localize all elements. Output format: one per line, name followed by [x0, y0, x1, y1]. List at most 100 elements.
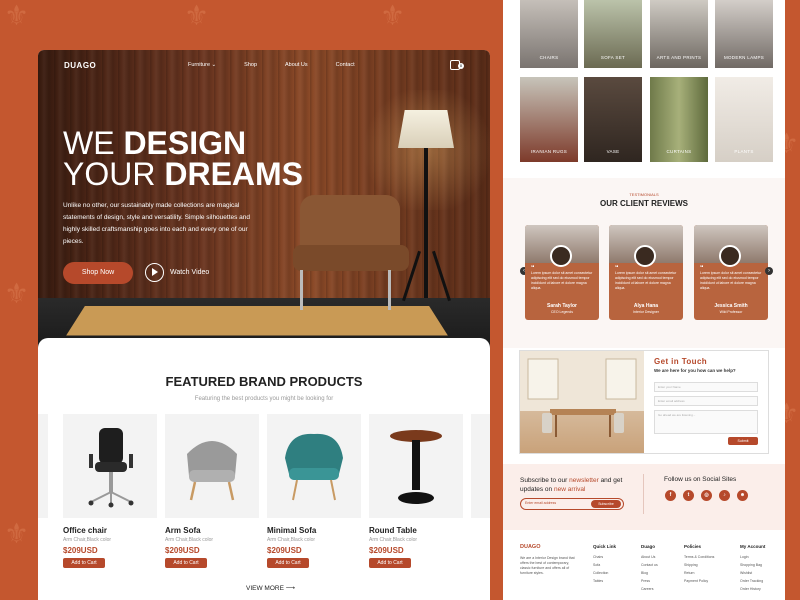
armchair-seat [293, 245, 409, 271]
top-nav: DUAGO Furniture ⌄ Shop About Us Contact … [38, 50, 490, 82]
nav-item-furniture[interactable]: Furniture ⌄ [188, 62, 216, 68]
category-label: VASE [606, 149, 620, 154]
footer-column: Duago About Us Contact us Blog Press Car… [641, 544, 658, 593]
office-chair-image [63, 414, 157, 518]
reviewer-role: Wild Professor [719, 310, 743, 314]
name-field[interactable]: Enter your Name [654, 382, 758, 392]
category-card[interactable]: IRANIAN RUGS [520, 77, 578, 162]
footer-link[interactable]: Payment Policy [684, 577, 714, 585]
footer-link[interactable]: Contact us [641, 561, 658, 569]
product-name: Arm Sofa [165, 526, 201, 535]
reviews-title: OUR CLIENT REVIEWS [599, 199, 688, 208]
nav-item-about[interactable]: About Us [285, 62, 308, 68]
footer-link[interactable]: Order History [740, 585, 765, 593]
email-field[interactable]: Enter email address [654, 396, 758, 406]
footer-link[interactable]: Shipping [684, 561, 714, 569]
brand-logo[interactable]: DUAGO [64, 61, 96, 70]
reviewer-name: Jessica Smith [714, 303, 748, 309]
footer-column: Policies Terms & Conditions Shipping Ret… [684, 544, 714, 585]
featured-subtitle: Featuring the best products you might be… [194, 396, 334, 402]
footer-link[interactable]: Order Tracking [740, 577, 765, 585]
category-label: CURTAINS [666, 149, 692, 154]
review-card: “ Lorem ipsum dolor sit amet consectetur… [609, 225, 683, 320]
round-table-image [369, 414, 463, 518]
product-card[interactable]: Round Table Arm Chair,Black color $209US… [369, 414, 463, 568]
footer-link[interactable]: Terms & Conditions [684, 553, 714, 561]
footer-link[interactable]: Chairs [593, 553, 616, 561]
avatar [719, 245, 741, 267]
pattern-ornament: ⚜ [4, 517, 30, 550]
footer-link[interactable]: Tables [593, 577, 616, 585]
footer-link[interactable]: Sofa [593, 561, 616, 569]
footer-link[interactable]: Shopping Bag [740, 561, 765, 569]
review-card: “ Lorem ipsum dolor sit amet consectetur… [525, 225, 599, 320]
add-to-cart-button[interactable]: Add to Cart [267, 558, 309, 568]
subscribe-highlight: newsletter [569, 477, 599, 484]
armchair-leg [388, 270, 391, 310]
watch-video-link[interactable]: Watch Video [170, 269, 209, 276]
product-desc: Arm Chair,Black color [63, 537, 112, 543]
message-field[interactable]: Go ahead we are listening... [654, 410, 758, 434]
footer-link[interactable]: Careers [641, 585, 658, 593]
tiktok-icon[interactable]: ♪ [719, 490, 730, 501]
category-card[interactable]: VASE [584, 77, 642, 162]
product-card[interactable]: Minimal Sofa Arm Chair,Black color $209U… [267, 414, 361, 568]
nav-item-shop[interactable]: Shop [244, 62, 257, 68]
footer-link[interactable]: Press [641, 577, 658, 585]
armchair-leg [300, 270, 303, 310]
hero-description: Unlike no other, our sustainably made co… [63, 202, 251, 245]
instagram-icon[interactable]: ◎ [701, 490, 712, 501]
featured-title: FEATURED BRAND PRODUCTS [165, 374, 363, 389]
footer-link[interactable]: Blog [641, 569, 658, 577]
footer-link[interactable]: Login [740, 553, 765, 561]
nav-item-contact[interactable]: Contact [336, 62, 355, 68]
play-icon[interactable] [145, 263, 164, 282]
pattern-ornament: ⚜ [4, 277, 30, 310]
pattern-ornament: ⚜ [380, 0, 406, 32]
footer-link[interactable]: About Us [641, 553, 658, 561]
product-card[interactable]: Arm Sofa Arm Chair,Black color $209USD A… [165, 414, 259, 568]
footer-link[interactable]: Wishlist [740, 569, 765, 577]
footer-link[interactable]: Collection [593, 569, 616, 577]
view-more-link[interactable]: VIEW MORE ⟶ [246, 584, 295, 592]
category-card[interactable]: MODERN LAMPS [715, 0, 773, 68]
arm-sofa-image [165, 414, 259, 518]
hero-title-bold: DREAMS [164, 156, 304, 192]
hero-title: WE DESIGN YOUR DREAMS [63, 127, 304, 192]
category-card[interactable]: SOFA SET [584, 0, 642, 68]
avatar [550, 245, 572, 267]
category-card[interactable]: ARTS AND PRINTS [650, 0, 708, 68]
add-to-cart-button[interactable]: Add to Cart [165, 558, 207, 568]
review-text: Lorem ipsum dolor sit amet consectetur a… [531, 271, 593, 290]
footer-logo[interactable]: DUAGO [520, 544, 540, 550]
footer-link[interactable]: Return [684, 569, 714, 577]
product-price: $209USD [369, 546, 404, 555]
divider [643, 474, 644, 514]
product-card[interactable]: Office chair Arm Chair,Black color $209U… [63, 414, 157, 568]
category-card[interactable]: CURTAINS [650, 77, 708, 162]
hero-title-thin: YOUR [63, 156, 165, 192]
product-name: Office chair [63, 526, 108, 535]
category-card[interactable]: CHAIRS [520, 0, 578, 68]
landing-page-preview: DUAGO Furniture ⌄ Shop About Us Contact … [38, 50, 490, 600]
footer-column-head: My Account [740, 544, 766, 549]
chevron-right-icon[interactable]: › [765, 267, 773, 275]
subscribe-button[interactable]: Subscribe [591, 500, 621, 508]
subscribe-text: Subscribe to our newsletter and get upda… [520, 476, 630, 494]
submit-button[interactable]: Submit [728, 437, 758, 445]
product-desc: Arm Chair,Black color [267, 537, 316, 543]
product-price: $209USD [165, 546, 200, 555]
category-label: CHAIRS [539, 55, 559, 60]
nav-links: Furniture ⌄ Shop About Us Contact [188, 62, 355, 68]
snapchat-icon[interactable]: ☻ [737, 490, 748, 501]
shop-now-button[interactable]: Shop Now [63, 262, 133, 284]
subscribe-highlight: new arrival [553, 486, 586, 493]
add-to-cart-button[interactable]: Add to Cart [63, 558, 105, 568]
twitter-icon[interactable]: t [683, 490, 694, 501]
category-card[interactable]: PLANTS [715, 77, 773, 162]
pattern-ornament: ⚜ [184, 0, 210, 32]
add-to-cart-button[interactable]: Add to Cart [369, 558, 411, 568]
lamp-leg [432, 250, 451, 302]
product-name: Round Table [369, 526, 417, 535]
facebook-icon[interactable]: f [665, 490, 676, 501]
